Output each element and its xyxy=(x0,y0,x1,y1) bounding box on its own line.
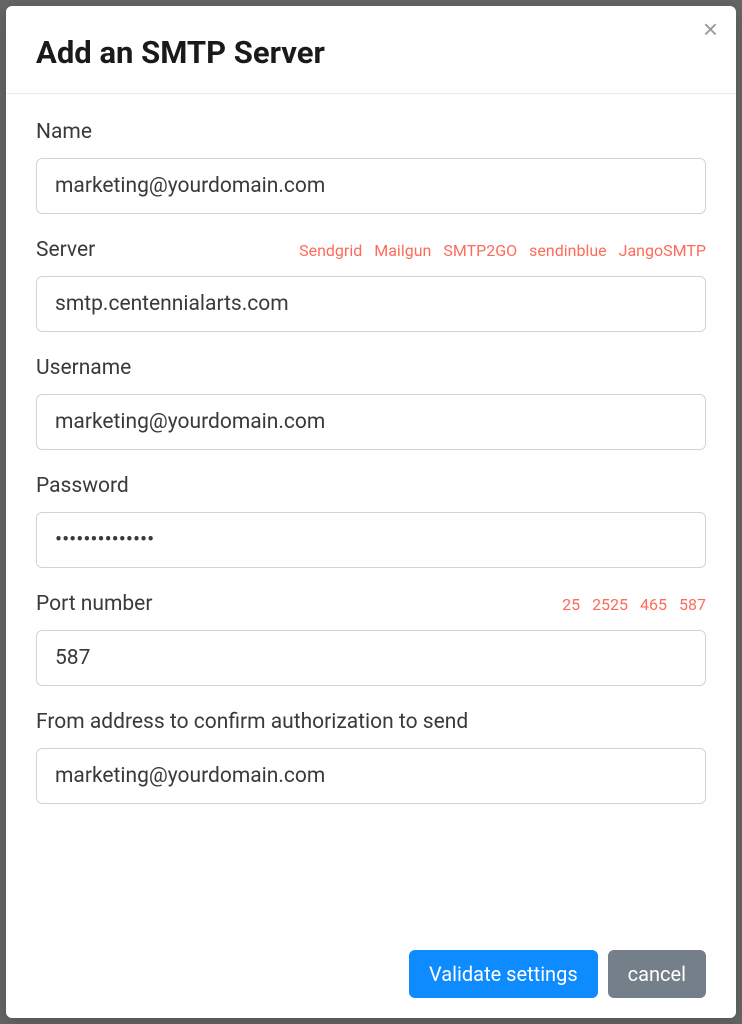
provider-link-smtp2go[interactable]: SMTP2GO xyxy=(443,241,517,260)
from-address-group: From address to confirm authorization to… xyxy=(36,710,706,804)
port-option-587[interactable]: 587 xyxy=(679,595,706,614)
cancel-button[interactable]: cancel xyxy=(608,950,706,998)
username-label: Username xyxy=(36,356,131,380)
modal-title: Add an SMTP Server xyxy=(36,34,706,71)
modal-body: Name Server Sendgrid Mailgun SMTP2GO sen… xyxy=(6,94,736,934)
port-option-465[interactable]: 465 xyxy=(640,595,667,614)
smtp-modal: Add an SMTP Server × Name Server Sendgri… xyxy=(6,6,736,1018)
port-option-25[interactable]: 25 xyxy=(562,595,580,614)
provider-link-sendinblue[interactable]: sendinblue xyxy=(529,241,607,260)
provider-link-jangosmtp[interactable]: JangoSMTP xyxy=(619,241,706,260)
password-label: Password xyxy=(36,474,129,498)
server-label: Server xyxy=(36,238,95,262)
name-input[interactable] xyxy=(36,158,706,214)
port-option-2525[interactable]: 2525 xyxy=(592,595,628,614)
modal-header: Add an SMTP Server × xyxy=(6,6,736,94)
port-group: Port number 25 2525 465 587 xyxy=(36,592,706,686)
port-label: Port number xyxy=(36,592,152,616)
server-group: Server Sendgrid Mailgun SMTP2GO sendinbl… xyxy=(36,238,706,332)
close-icon[interactable]: × xyxy=(703,16,718,42)
name-group: Name xyxy=(36,120,706,214)
password-input[interactable] xyxy=(36,512,706,568)
from-address-input[interactable] xyxy=(36,748,706,804)
username-group: Username xyxy=(36,356,706,450)
from-address-label: From address to confirm authorization to… xyxy=(36,710,468,734)
server-input[interactable] xyxy=(36,276,706,332)
modal-footer: Validate settings cancel xyxy=(6,934,736,1018)
provider-links: Sendgrid Mailgun SMTP2GO sendinblue Jang… xyxy=(299,241,706,260)
port-options: 25 2525 465 587 xyxy=(562,595,706,614)
password-group: Password xyxy=(36,474,706,568)
username-input[interactable] xyxy=(36,394,706,450)
port-input[interactable] xyxy=(36,630,706,686)
validate-button[interactable]: Validate settings xyxy=(409,950,598,998)
name-label: Name xyxy=(36,120,92,144)
provider-link-sendgrid[interactable]: Sendgrid xyxy=(299,241,362,260)
provider-link-mailgun[interactable]: Mailgun xyxy=(374,241,431,260)
